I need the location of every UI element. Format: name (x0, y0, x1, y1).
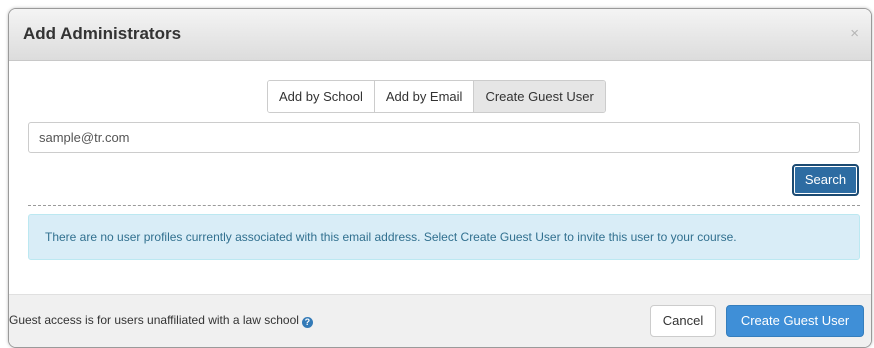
close-icon[interactable]: × (850, 25, 859, 42)
cancel-button[interactable]: Cancel (650, 305, 716, 337)
tab-add-by-school[interactable]: Add by School (268, 81, 375, 112)
create-guest-user-button[interactable]: Create Guest User (726, 305, 864, 337)
dialog-title: Add Administrators (23, 24, 182, 43)
question-circle-icon[interactable]: ? (301, 317, 313, 328)
add-administrators-dialog: Add Administrators × Add by School Add b… (8, 8, 872, 348)
tab-add-by-email[interactable]: Add by Email (374, 81, 475, 112)
guest-access-note-text: Guest access is for users unaffiliated w… (9, 313, 299, 327)
no-profiles-alert: There are no user profiles currently ass… (28, 214, 860, 260)
add-method-tabs: Add by School Add by Email Create Guest … (267, 80, 606, 113)
search-button[interactable]: Search (792, 164, 859, 196)
dialog-header: Add Administrators × (9, 9, 871, 61)
email-search-input[interactable] (28, 122, 860, 153)
divider (28, 205, 860, 206)
dialog-footer: Guest access is for users unaffiliated w… (9, 294, 871, 347)
guest-access-note: Guest access is for users unaffiliated w… (9, 313, 313, 328)
tab-create-guest-user[interactable]: Create Guest User (474, 81, 605, 112)
